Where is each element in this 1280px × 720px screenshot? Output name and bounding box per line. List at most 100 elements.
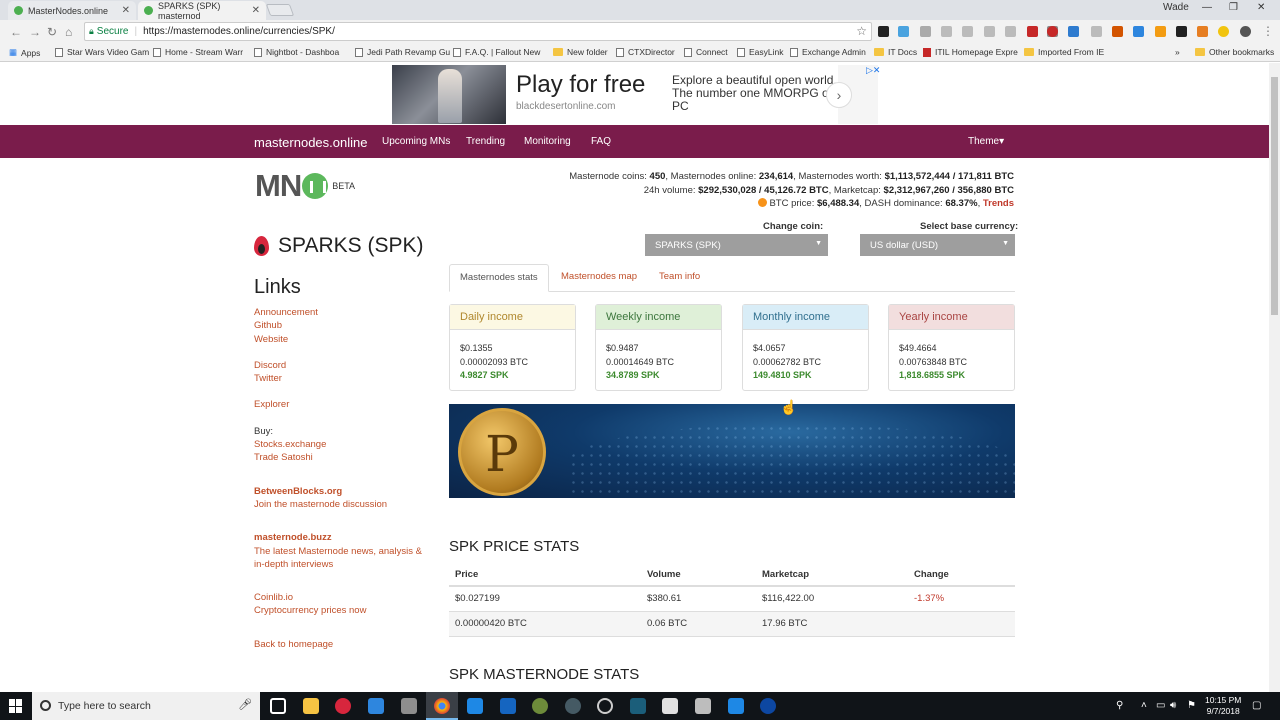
extension-icon[interactable]: [1197, 26, 1208, 37]
link-twitter[interactable]: Twitter: [254, 372, 434, 385]
link-explorer[interactable]: Explorer: [254, 398, 434, 411]
nav-upcoming-mns[interactable]: Upcoming MNs: [382, 136, 450, 147]
taskbar-search-input[interactable]: Type here to search 🎤︎: [32, 692, 260, 720]
link-masternode-buzz[interactable]: masternode.buzz: [254, 531, 434, 544]
trends-link[interactable]: Trends: [983, 198, 1014, 209]
reload-icon[interactable]: ↻: [47, 25, 57, 39]
microphone-icon[interactable]: 🎤︎: [238, 698, 252, 711]
browser-tab[interactable]: MasterNodes.online ✕: [8, 1, 136, 20]
nav-faq[interactable]: FAQ: [591, 136, 611, 147]
nav-monitoring[interactable]: Monitoring: [524, 136, 571, 147]
show-hidden-icons[interactable]: ˄: [1141, 700, 1147, 711]
bookmark-item[interactable]: Star Wars Video Gam: [55, 47, 149, 57]
app-icon[interactable]: [662, 698, 678, 714]
extension-icon[interactable]: [1005, 26, 1016, 37]
amazon-extension-icon[interactable]: [878, 26, 889, 37]
app-icon[interactable]: [532, 698, 548, 714]
tab-team-info[interactable]: Team info: [649, 264, 710, 292]
tab-masternodes-map[interactable]: Masternodes map: [551, 264, 647, 292]
browser-tab-active[interactable]: SPARKS (SPK) masternod ✕: [138, 1, 266, 21]
steam-icon[interactable]: [760, 698, 776, 714]
home-icon[interactable]: ⌂: [65, 25, 72, 39]
task-view-icon[interactable]: [270, 698, 286, 714]
profile-name[interactable]: Wade: [1163, 2, 1189, 13]
extension-icon[interactable]: [941, 26, 952, 37]
tray-icon[interactable]: ▭: [1156, 700, 1165, 711]
address-bar[interactable]: 🔒︎ Secure | https://masternodes.online/c…: [84, 22, 872, 41]
windows-start-icon[interactable]: [9, 699, 23, 713]
scrollbar-thumb[interactable]: [1271, 77, 1278, 315]
link-discord[interactable]: Discord: [254, 359, 434, 372]
extension-icon[interactable]: [1091, 26, 1102, 37]
extension-icon[interactable]: [1218, 26, 1229, 37]
ad-banner[interactable]: Play for free blackdesertonline.com Expl…: [392, 65, 878, 124]
file-explorer-icon[interactable]: [303, 698, 319, 714]
people-icon[interactable]: ⚲: [1116, 700, 1123, 711]
bookmark-item[interactable]: EasyLink: [737, 47, 784, 57]
extension-icon[interactable]: [1133, 26, 1144, 37]
bookmark-item[interactable]: Nightbot - Dashboa: [254, 47, 339, 57]
tray-icon[interactable]: ⚑: [1187, 700, 1196, 711]
ad-close-icon[interactable]: ▷✕: [866, 65, 880, 76]
app-icon[interactable]: [630, 698, 646, 714]
ad-arrow-icon[interactable]: ›: [826, 82, 852, 108]
extension-icon[interactable]: [1112, 26, 1123, 37]
site-logo[interactable]: MN BETA: [255, 168, 355, 204]
account-icon[interactable]: [1240, 26, 1251, 37]
forward-icon[interactable]: →: [29, 25, 41, 39]
extension-icon[interactable]: [1155, 26, 1166, 37]
bookmark-item[interactable]: Jedi Path Revamp Gu: [355, 47, 450, 57]
close-tab-icon[interactable]: ✕: [122, 5, 130, 16]
betweenblocks-subtitle[interactable]: Join the masternode discussion: [254, 498, 434, 511]
extension-icon[interactable]: [1068, 26, 1079, 37]
link-website[interactable]: Website: [254, 333, 434, 346]
extension-icon[interactable]: [984, 26, 995, 37]
bookmark-item[interactable]: ITIL Homepage Expre: [923, 47, 1018, 57]
link-announcement[interactable]: Announcement: [254, 306, 434, 319]
extension-icon[interactable]: [962, 26, 973, 37]
base-currency-select[interactable]: US dollar (USD) ▼: [860, 234, 1015, 256]
theme-dropdown[interactable]: Theme▾: [968, 136, 1004, 147]
shield-icon[interactable]: [1176, 26, 1187, 37]
window-close-icon[interactable]: ✕: [1257, 2, 1265, 13]
more-bookmarks-icon[interactable]: »: [1175, 47, 1180, 57]
link-trade-satoshi[interactable]: Trade Satoshi: [254, 451, 434, 464]
app-icon[interactable]: [597, 698, 613, 714]
coinlib-subtitle[interactable]: Cryptocurrency prices now: [254, 604, 434, 617]
app-icon[interactable]: [695, 698, 711, 714]
bookmark-item[interactable]: Connect: [684, 47, 728, 57]
menu-kebab-icon[interactable]: ⋮: [1262, 24, 1274, 38]
minimize-icon[interactable]: —: [1202, 2, 1212, 13]
bookmark-item[interactable]: CTXDirector: [616, 47, 675, 57]
app-icon[interactable]: [728, 698, 744, 714]
coin-select[interactable]: SPARKS (SPK) ▼: [645, 234, 828, 256]
maximize-icon[interactable]: ❐: [1229, 2, 1238, 13]
masternode-buzz-subtitle[interactable]: The latest Masternode news, analysis & i…: [254, 545, 424, 572]
cloud-extension-icon[interactable]: [898, 26, 909, 37]
link-stocks-exchange[interactable]: Stocks.exchange: [254, 438, 434, 451]
new-tab-button[interactable]: [265, 4, 295, 16]
nav-trending[interactable]: Trending: [466, 136, 505, 147]
app-icon[interactable]: [368, 698, 384, 714]
shield-app-icon[interactable]: [467, 698, 483, 714]
close-tab-icon[interactable]: ✕: [252, 5, 260, 16]
tab-masternodes-stats[interactable]: Masternodes stats: [449, 264, 549, 292]
app-icon[interactable]: [401, 698, 417, 714]
pinterest-icon[interactable]: [1047, 26, 1058, 37]
bookmark-folder[interactable]: Other bookmarks: [1195, 47, 1274, 57]
extension-icon[interactable]: [1027, 26, 1038, 37]
app-icon[interactable]: [565, 698, 581, 714]
app-icon[interactable]: [500, 698, 516, 714]
volume-icon[interactable]: 🔊︎: [1170, 700, 1176, 711]
extension-icon[interactable]: [920, 26, 931, 37]
bookmark-item[interactable]: Home - Stream Warr: [153, 47, 243, 57]
system-clock[interactable]: 10:15 PM 9/7/2018: [1205, 695, 1241, 717]
bookmark-star-icon[interactable]: ☆: [856, 24, 867, 38]
page-scrollbar[interactable]: [1269, 63, 1280, 692]
link-github[interactable]: Github: [254, 319, 434, 332]
back-icon[interactable]: ←: [10, 25, 22, 39]
notifications-icon[interactable]: ▢: [1252, 700, 1261, 711]
site-brand-link[interactable]: masternodes.online: [254, 135, 367, 150]
bookmark-item[interactable]: F.A.Q. | Fallout New: [453, 47, 540, 57]
link-coinlib[interactable]: Coinlib.io: [254, 591, 434, 604]
